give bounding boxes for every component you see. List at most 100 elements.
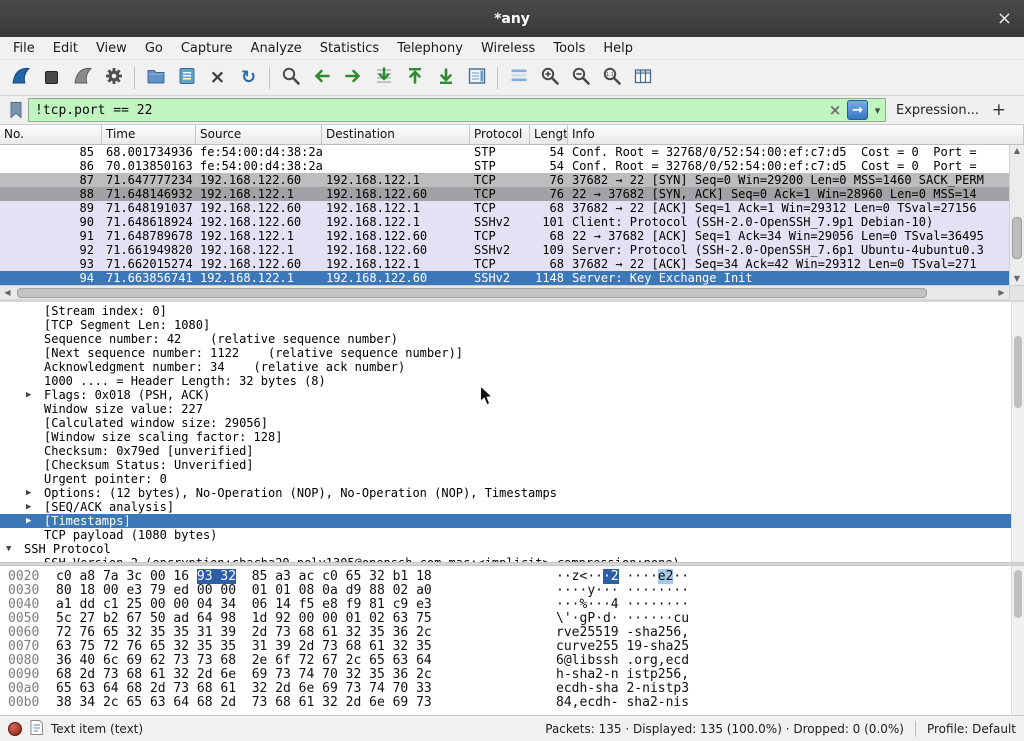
expression-button[interactable]: Expression... <box>896 103 979 118</box>
resize-columns-button[interactable] <box>627 63 658 92</box>
filter-clear-icon[interactable]: × <box>825 101 845 119</box>
detail-line[interactable]: Acknowledgment number: 34 (relative ack … <box>0 360 1024 374</box>
column-header-no[interactable]: No. <box>0 125 102 144</box>
goto-packet-button[interactable] <box>368 63 399 92</box>
packet-list-vscrollbar[interactable]: ▲ ▼ <box>1009 145 1024 285</box>
packet-row-94[interactable]: 9471.663856741192.168.122.1192.168.122.6… <box>0 271 1009 285</box>
zoom-out-button[interactable] <box>565 63 596 92</box>
next-packet-button[interactable] <box>337 63 368 92</box>
filter-apply-button[interactable]: → <box>847 100 868 120</box>
scrollbar-thumb[interactable] <box>1014 336 1022 408</box>
restart-capture-button[interactable] <box>67 63 98 92</box>
colorize-button[interactable] <box>503 63 534 92</box>
hex-row-0020[interactable]: 0020c0 a8 7a 3c 00 16 93 32 85 a3 ac c0 … <box>0 570 1024 584</box>
hex-vscrollbar[interactable] <box>1011 566 1024 715</box>
column-header-info[interactable]: Info <box>568 125 1024 144</box>
detail-line[interactable]: [TCP Segment Len: 1080] <box>0 318 1024 332</box>
packet-row-89[interactable]: 8971.648191037192.168.122.60192.168.122.… <box>0 201 1009 215</box>
expand-icon[interactable]: ▶ <box>26 388 44 402</box>
packet-row-92[interactable]: 9271.661949820192.168.122.1192.168.122.6… <box>0 243 1009 257</box>
scroll-down-icon[interactable]: ▼ <box>1010 273 1024 285</box>
menu-tools[interactable]: Tools <box>544 39 594 58</box>
reload-file-button[interactable]: ↻ <box>233 63 264 92</box>
hex-row-0040[interactable]: 0040a1 dd c1 25 00 00 04 34 06 14 f5 e8 … <box>0 598 1024 612</box>
filter-dropdown-icon[interactable]: ▾ <box>870 104 885 117</box>
detail-line[interactable]: [Checksum Status: Unverified] <box>0 458 1024 472</box>
detail-line[interactable]: [Calculated window size: 29056] <box>0 416 1024 430</box>
menu-capture[interactable]: Capture <box>172 39 242 58</box>
zoom-in-button[interactable] <box>534 63 565 92</box>
hex-row-0070[interactable]: 007063 75 72 76 65 32 35 35 31 39 2d 73 … <box>0 640 1024 654</box>
detail-line[interactable]: ▼SSH Protocol <box>0 542 1024 556</box>
scroll-up-icon[interactable]: ▲ <box>1010 145 1024 157</box>
details-vscrollbar[interactable] <box>1011 302 1024 562</box>
menu-file[interactable]: File <box>4 39 44 58</box>
packet-row-93[interactable]: 9371.662015274192.168.122.60192.168.122.… <box>0 257 1009 271</box>
hex-row-00b0[interactable]: 00b038 34 2c 65 63 64 68 2d 73 68 61 32 … <box>0 696 1024 710</box>
menu-telephony[interactable]: Telephony <box>388 39 472 58</box>
hscroll-thumb[interactable] <box>17 288 927 298</box>
display-filter-field[interactable]: !tcp.port == 22 × → ▾ <box>28 98 886 122</box>
detail-line[interactable]: Sequence number: 42 (relative sequence n… <box>0 332 1024 346</box>
first-packet-button[interactable] <box>399 63 430 92</box>
expand-icon[interactable]: ▶ <box>26 500 44 514</box>
column-header-destination[interactable]: Destination <box>322 125 470 144</box>
save-file-button[interactable] <box>171 63 202 92</box>
menu-help[interactable]: Help <box>594 39 642 58</box>
hex-row-0060[interactable]: 006072 76 65 32 35 35 31 39 2d 73 68 61 … <box>0 626 1024 640</box>
detail-line[interactable]: ▶[Timestamps] <box>0 514 1024 528</box>
auto-scroll-button[interactable] <box>461 63 492 92</box>
packet-list-hscrollbar[interactable]: ◀ ▶ <box>0 285 1024 299</box>
detail-line[interactable]: Urgent pointer: 0 <box>0 472 1024 486</box>
detail-line[interactable]: SSH Version 2 (encryption:chacha20-poly1… <box>0 556 1024 562</box>
packet-row-91[interactable]: 9171.648789678192.168.122.1192.168.122.6… <box>0 229 1009 243</box>
menu-view[interactable]: View <box>87 39 136 58</box>
menu-analyze[interactable]: Analyze <box>242 39 311 58</box>
window-close-button[interactable]: × <box>997 10 1012 28</box>
status-profile[interactable]: Profile: Default <box>927 722 1016 736</box>
expand-icon[interactable]: ▶ <box>26 486 44 500</box>
filter-add-button[interactable]: + <box>986 100 1012 120</box>
previous-packet-button[interactable] <box>306 63 337 92</box>
detail-line[interactable]: ▶Options: (12 bytes), No-Operation (NOP)… <box>0 486 1024 500</box>
column-header-protocol[interactable]: Protocol <box>470 125 530 144</box>
stop-capture-button[interactable] <box>36 63 67 92</box>
menu-wireless[interactable]: Wireless <box>472 39 544 58</box>
scrollbar-thumb[interactable] <box>1014 570 1022 618</box>
packet-row-90[interactable]: 9071.648618924192.168.122.60192.168.122.… <box>0 215 1009 229</box>
hex-row-0050[interactable]: 00505c 27 b2 67 50 ad 64 98 1d 92 00 00 … <box>0 612 1024 626</box>
column-header-length[interactable]: Length <box>530 125 568 144</box>
detail-line[interactable]: [Stream index: 0] <box>0 304 1024 318</box>
menu-go[interactable]: Go <box>136 39 172 58</box>
detail-line[interactable]: TCP payload (1080 bytes) <box>0 528 1024 542</box>
detail-line[interactable]: [Window size scaling factor: 128] <box>0 430 1024 444</box>
detail-line[interactable]: [Next sequence number: 1122 (relative se… <box>0 346 1024 360</box>
capture-options-button[interactable] <box>98 63 129 92</box>
packet-row-85[interactable]: 8568.001734936fe:54:00:d4:38:2aSTP54Conf… <box>0 145 1009 159</box>
hex-row-0080[interactable]: 008036 40 6c 69 62 73 73 68 2e 6f 72 67 … <box>0 654 1024 668</box>
menu-statistics[interactable]: Statistics <box>311 39 388 58</box>
hex-row-00a0[interactable]: 00a065 63 64 68 2d 73 68 61 32 2d 6e 69 … <box>0 682 1024 696</box>
detail-line[interactable]: Window size value: 227 <box>0 402 1024 416</box>
start-capture-button[interactable] <box>5 63 36 92</box>
close-file-button[interactable]: × <box>202 63 233 92</box>
detail-line[interactable]: ▶Flags: 0x018 (PSH, ACK) <box>0 388 1024 402</box>
column-header-source[interactable]: Source <box>196 125 322 144</box>
collapse-icon[interactable]: ▼ <box>6 542 24 556</box>
find-packet-button[interactable] <box>275 63 306 92</box>
filter-input[interactable]: !tcp.port == 22 <box>29 103 825 118</box>
detail-line[interactable]: ▶[SEQ/ACK analysis] <box>0 500 1024 514</box>
expand-icon[interactable]: ▶ <box>26 514 44 528</box>
scroll-right-icon[interactable]: ▶ <box>994 288 1009 297</box>
last-packet-button[interactable] <box>430 63 461 92</box>
packet-row-88[interactable]: 8871.648146932192.168.122.1192.168.122.6… <box>0 187 1009 201</box>
scroll-left-icon[interactable]: ◀ <box>0 288 15 297</box>
open-file-button[interactable] <box>140 63 171 92</box>
hscroll-track[interactable] <box>15 287 994 299</box>
hex-row-0030[interactable]: 003080 18 00 e3 79 ed 00 00 01 01 08 0a … <box>0 584 1024 598</box>
detail-line[interactable]: Checksum: 0x79ed [unverified] <box>0 444 1024 458</box>
titlebar[interactable]: *any × <box>0 0 1024 37</box>
expert-info-icon[interactable] <box>8 722 22 736</box>
menu-edit[interactable]: Edit <box>44 39 87 58</box>
zoom-original-button[interactable]: 1:1 <box>596 63 627 92</box>
